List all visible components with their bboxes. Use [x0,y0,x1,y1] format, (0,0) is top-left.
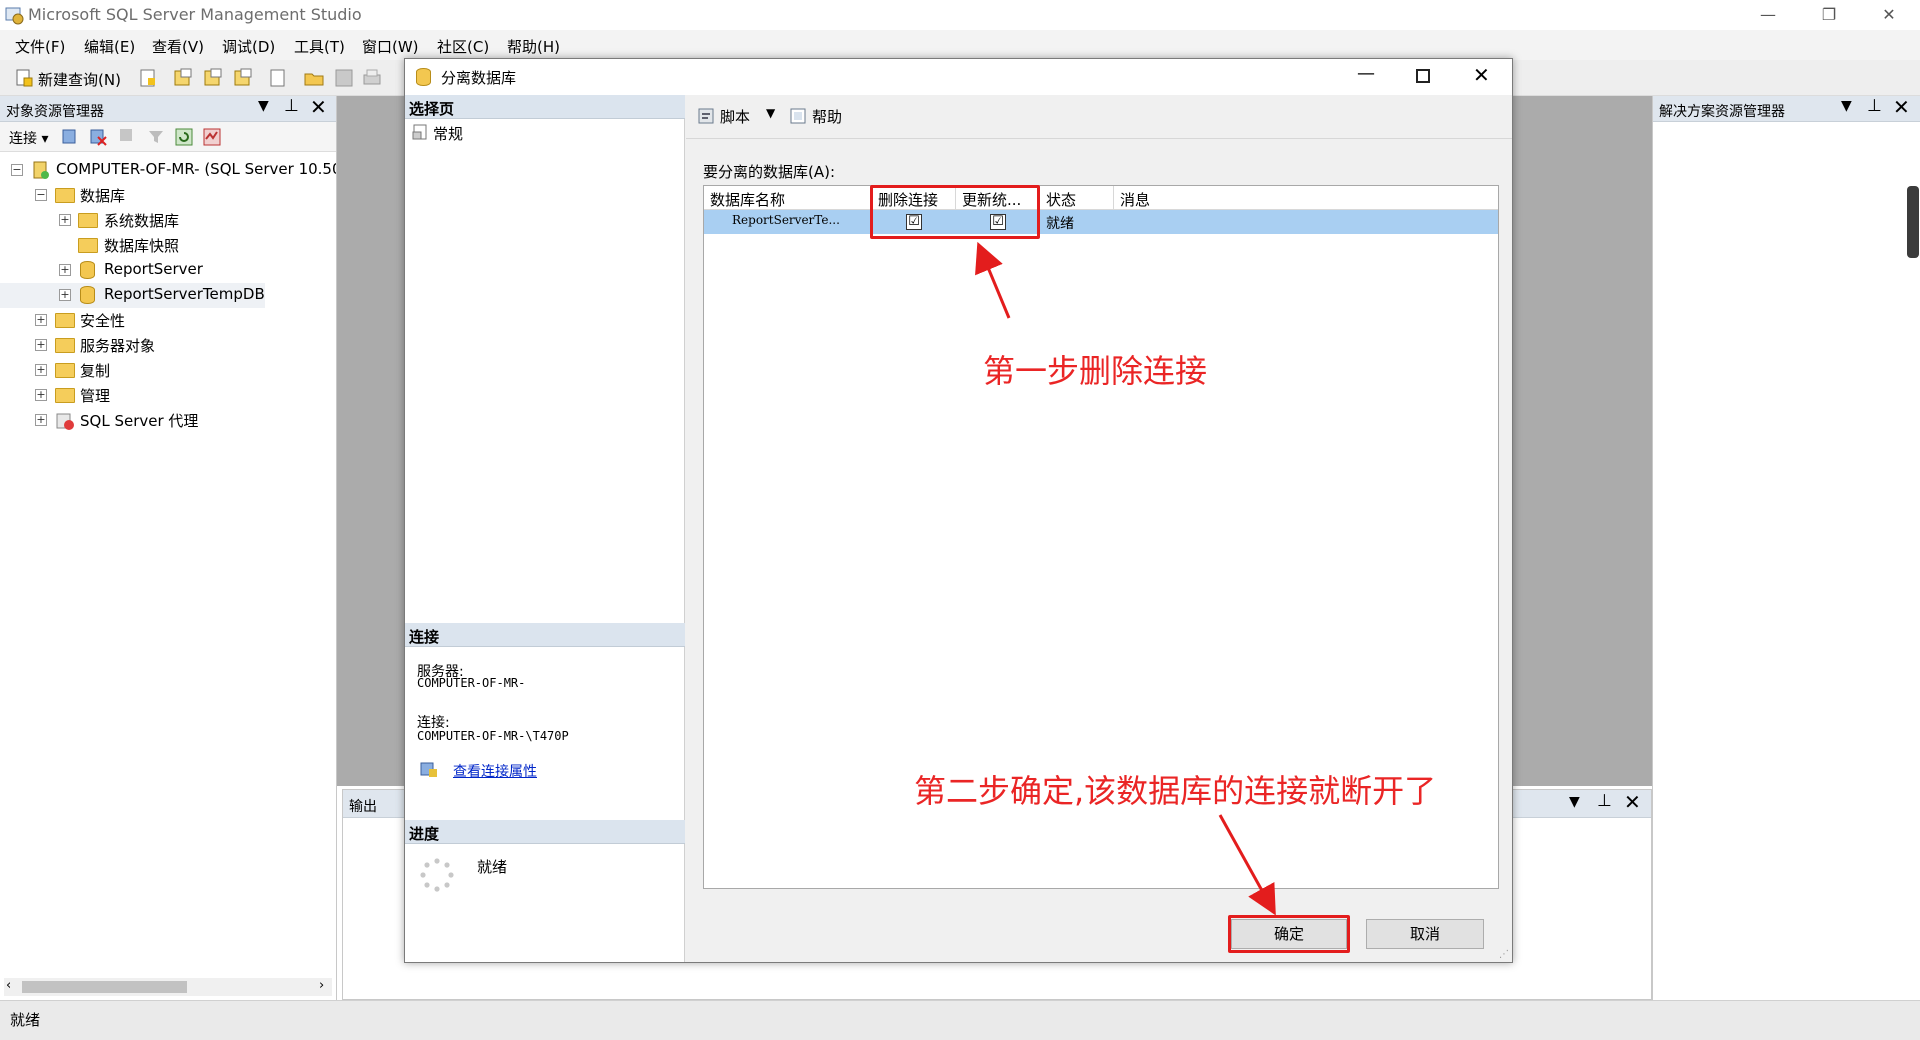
annotation-arrows [975,241,1276,916]
arrow-step1 [975,241,1011,319]
annotation-step1: 第一步删除连接 [983,352,1208,390]
annotation-step2: 第二步确定,该数据库的连接就断开了 [914,772,1437,810]
arrow-step2 [1218,814,1276,916]
